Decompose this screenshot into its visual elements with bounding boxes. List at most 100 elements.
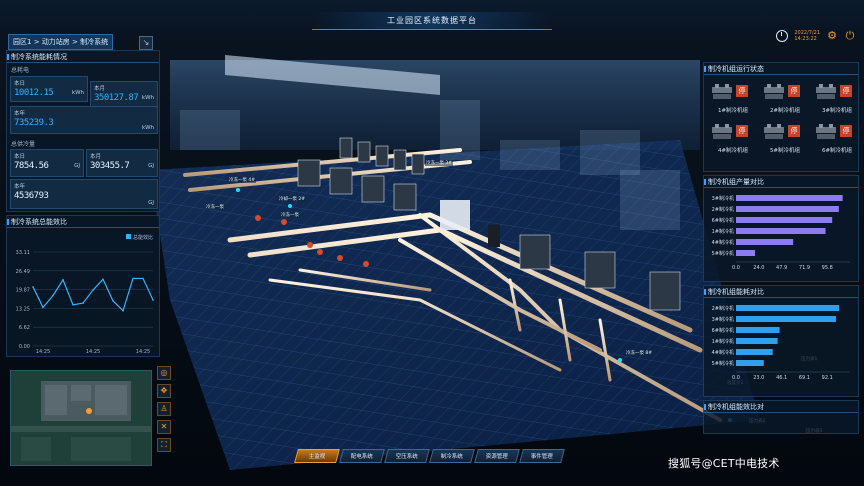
y-tick-label: 33.11 [16, 250, 30, 256]
stat-label: 本月 [94, 86, 106, 92]
data-point [72, 304, 74, 306]
chiller-icon [764, 84, 784, 99]
stat-unit: kWh [71, 90, 84, 96]
exit-icon[interactable]: ⏻ [844, 30, 856, 42]
stat-unit: kWh [141, 95, 154, 101]
nav-item[interactable]: 主监视 [294, 449, 340, 463]
unit-card[interactable]: 停 4#制冷机组 [708, 119, 758, 157]
nav-item-label: 资源管理 [485, 454, 508, 460]
x-tick-label: 23.0 [753, 375, 764, 381]
nav-item-label: 主监视 [308, 454, 325, 460]
category-label: 1#制冷机 [712, 338, 734, 345]
bar [736, 195, 843, 201]
stat-value: 303455.7 [90, 161, 130, 171]
y-tick-label: 6.62 [19, 325, 30, 331]
data-point [132, 277, 134, 280]
bar [736, 239, 794, 245]
top-bar: 工业园区系统数据平台 [0, 0, 864, 34]
category-label: 2#制冷机 [712, 206, 734, 213]
nav-item[interactable]: 配电系统 [339, 449, 385, 463]
stat-label: 本年 [14, 184, 26, 190]
panel-title: 制冷机组产量对比 [704, 176, 858, 188]
scene-label[interactable]: 冷冻一泵 3# [425, 160, 454, 166]
efficiency-panel: 制冷系统总能效比 总能效比 33.11 26.49 19.87 13.25 6.62 0.… [6, 215, 160, 357]
bar [736, 305, 840, 311]
stat-value: 4536793 [14, 191, 49, 201]
category-label: 3#制冷机 [712, 195, 734, 202]
unit-card[interactable]: 停 6#制冷机组 [812, 119, 862, 157]
stat-unit: GJ [148, 200, 154, 206]
bar [736, 349, 773, 355]
y-tick-label: 19.87 [16, 288, 30, 294]
nav-item[interactable]: 资源管理 [474, 449, 520, 463]
stat-unit: kWh [141, 125, 154, 131]
collapse-icon[interactable]: ↘ [139, 36, 153, 50]
scene-label[interactable]: 冷冻一泵 4# [228, 177, 257, 183]
power-year: 本年 735239.3 kWh [10, 106, 158, 134]
nav-item[interactable]: 空压系统 [384, 449, 430, 463]
nav-item-label: 配电系统 [350, 454, 373, 460]
data-point [122, 309, 124, 312]
chiller-icon [712, 124, 732, 139]
bottom-nav: 主监视 配电系统 空压系统 制冷系统 资源管理 事件管理 [294, 449, 565, 463]
unit-card[interactable]: 停 1#制冷机组 [708, 79, 758, 117]
unit-name: 3#制冷机组 [821, 108, 853, 114]
data-point [152, 299, 154, 301]
unit-card[interactable]: 停 5#制冷机组 [760, 119, 810, 157]
unit-card[interactable]: 停 2#制冷机组 [760, 79, 810, 117]
unit-card[interactable]: 停 3#制冷机组 [812, 79, 862, 117]
stat-unit: GJ [148, 163, 154, 169]
nav-item[interactable]: 事件管理 [519, 449, 565, 463]
category-label: 2#制冷机 [712, 305, 734, 312]
stat-value: 735239.3 [14, 118, 54, 128]
stat-value: 7854.56 [14, 161, 49, 171]
nav-item-label: 制冷系统 [440, 454, 463, 460]
x-tick-label: 71.9 [799, 265, 810, 271]
x-tick-label: 46.1 [776, 375, 787, 381]
stop-badge: 停 [788, 125, 800, 137]
data-point [42, 306, 44, 309]
datetime: 2022/7/21 14:23:22 [794, 30, 820, 42]
pan-icon[interactable]: ✥ [157, 384, 171, 398]
unit-name: 1#制冷机组 [717, 108, 749, 114]
category-label: 6#制冷机 [712, 327, 734, 334]
power-day: 本日 10012.15 kWh [10, 76, 88, 102]
fullscreen-icon[interactable]: ⛶ [157, 438, 171, 452]
nav-item[interactable]: 制冷系统 [429, 449, 475, 463]
x-tick-label: 14:25 [136, 349, 150, 355]
x-tick-label: 0.0 [732, 375, 740, 381]
y-tick-label: 26.49 [16, 269, 30, 275]
nav-item-label: 事件管理 [530, 454, 553, 460]
energy-panel: 制冷系统能耗情况 总耗电 本日 10012.15 kWh 本月 350127.8… [6, 50, 160, 212]
production-panel: 制冷机组产量对比 3#制冷机 2#制冷机 6#制冷机 1#制冷机 4#制冷机 5#制冷机 0… [703, 175, 859, 282]
category-label: 4#制冷机 [712, 349, 734, 356]
data-point [62, 279, 64, 281]
scene-label[interactable]: 冷却一泵 2# [278, 196, 307, 202]
breadcrumb-item[interactable]: 园区1 > 动力站房 > 制冷系统 [8, 34, 114, 50]
chiller-icon [764, 124, 784, 139]
scene-label[interactable]: 冷冻一泵 [205, 204, 225, 210]
close-icon[interactable]: ✕ [157, 420, 171, 434]
data-point [142, 277, 144, 280]
chiller-icon [816, 124, 836, 139]
target-icon[interactable]: ◎ [157, 366, 171, 380]
person-icon[interactable]: ♙ [157, 402, 171, 416]
unit-name: 2#制冷机组 [769, 108, 801, 114]
y-tick-label: 0.00 [19, 344, 30, 350]
panel-title: 制冷机组运行状态 [704, 63, 858, 75]
gear-icon[interactable]: ⚙ [826, 30, 838, 42]
power-label: 总耗电 [11, 67, 30, 74]
site-map[interactable] [10, 370, 152, 466]
bar [736, 206, 839, 212]
nav-item-label: 空压系统 [395, 454, 418, 460]
stop-badge: 停 [840, 125, 852, 137]
scene-label[interactable]: 冷冻一泵 [280, 212, 300, 218]
stop-badge: 停 [736, 85, 748, 97]
scene-label[interactable]: 冷冻一泵 8# [625, 350, 654, 356]
chiller-icon [712, 84, 732, 99]
y-tick-label: 13.25 [16, 306, 30, 312]
bar [736, 228, 826, 234]
category-label: 5#制冷机 [712, 360, 734, 367]
cooling-day: 本日 7854.56 GJ [10, 149, 84, 177]
category-label: 4#制冷机 [712, 239, 734, 246]
